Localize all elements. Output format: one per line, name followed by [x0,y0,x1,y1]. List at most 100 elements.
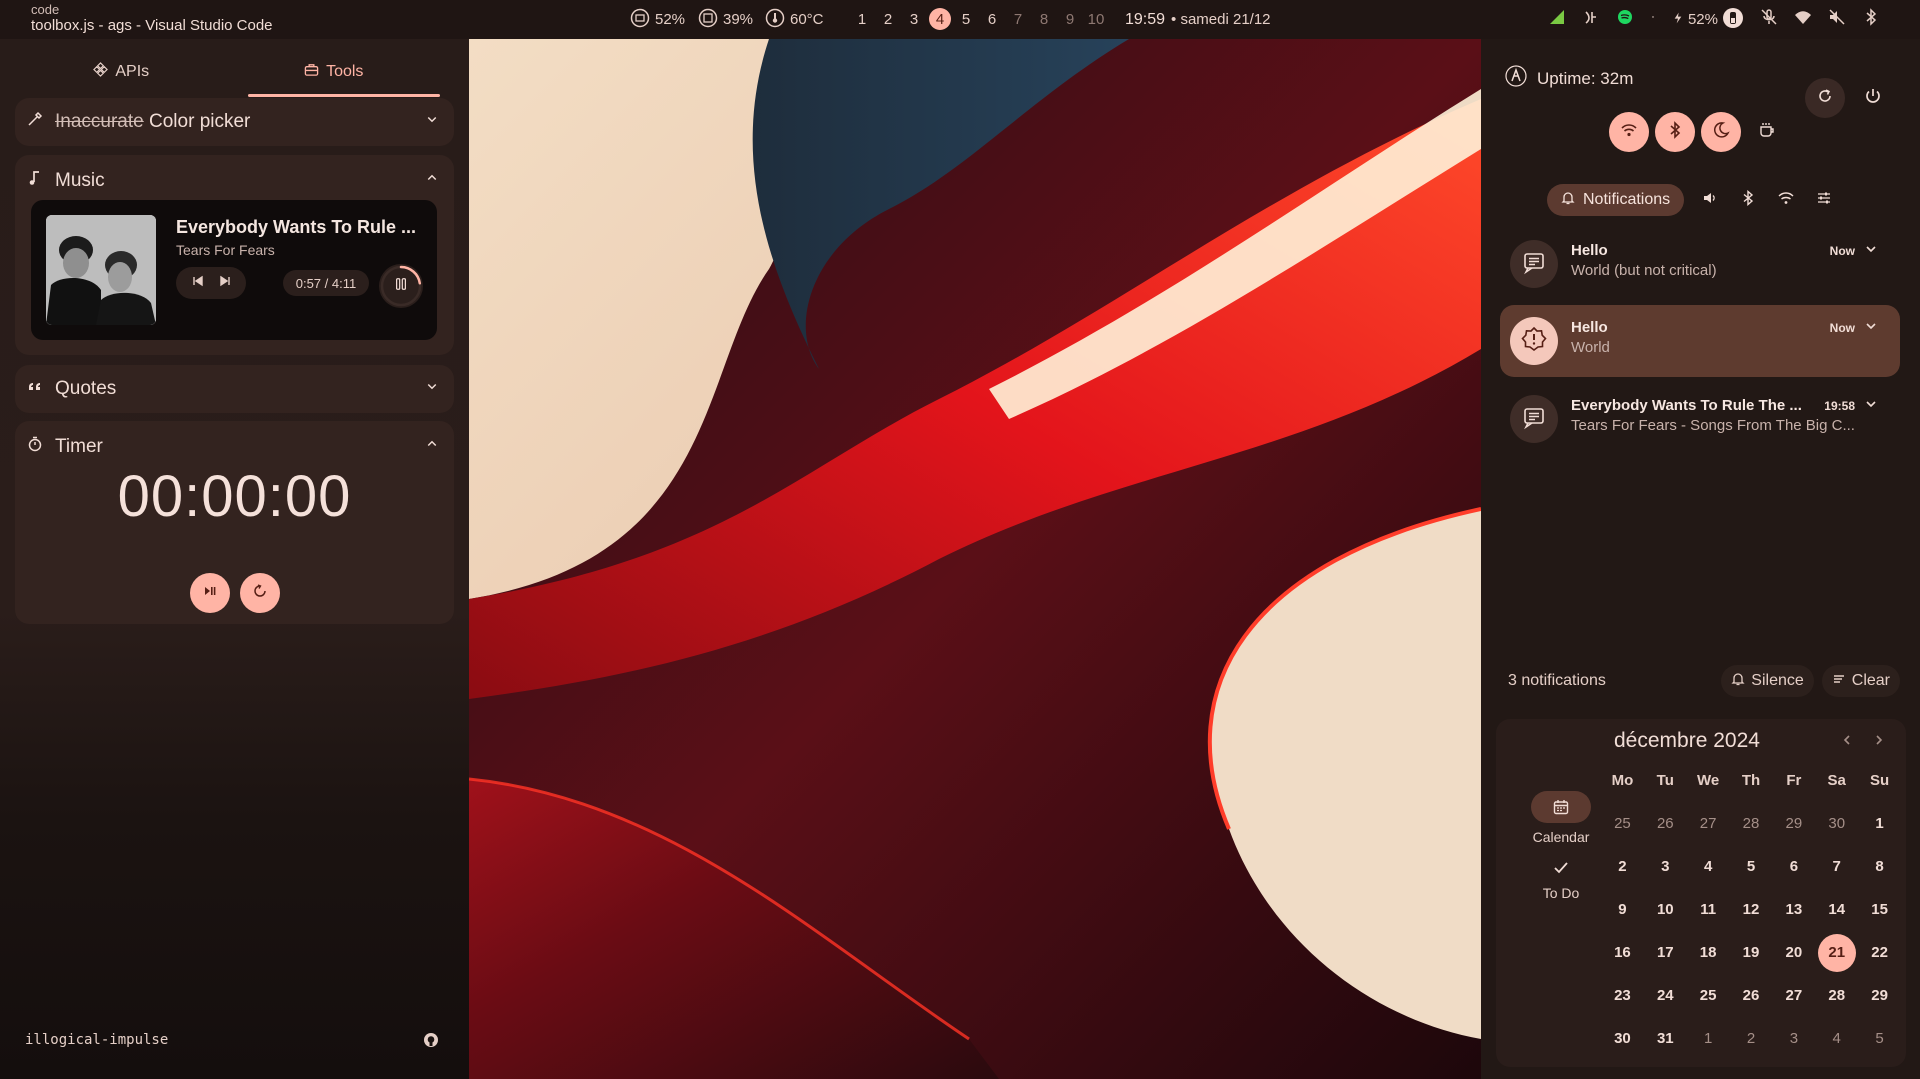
color-picker-header[interactable]: Inaccurate Color picker [15,98,454,146]
calendar-day[interactable]: 27 [1687,805,1730,843]
calendar-day[interactable]: 12 [1730,891,1773,929]
calendar-day[interactable]: 5 [1858,1020,1901,1058]
calendar-day[interactable]: 27 [1772,977,1815,1015]
calendar-day[interactable]: 26 [1644,805,1687,843]
calendar-day[interactable]: 31 [1644,1020,1687,1058]
workspace-5[interactable]: 5 [953,8,979,30]
reload-button[interactable] [1805,78,1845,118]
silence-button[interactable]: Silence [1721,665,1814,697]
calendar-day[interactable]: 24 [1644,977,1687,1015]
calendar-day[interactable]: 29 [1858,977,1901,1015]
calendar-day[interactable]: 3 [1772,1020,1815,1058]
night-light-toggle[interactable] [1701,112,1741,152]
workspace-7[interactable]: 7 [1005,8,1031,30]
bluetooth-toggle[interactable] [1655,112,1695,152]
nav-todo[interactable]: To Do [1531,855,1591,901]
calendar-day[interactable]: 10 [1644,891,1687,929]
timer-play-pause-button[interactable] [189,573,230,613]
calendar-day[interactable]: 3 [1644,848,1687,886]
tab-settings[interactable] [1812,188,1836,212]
calendar-day[interactable]: 1 [1858,805,1901,843]
next-track-button[interactable] [218,274,232,293]
wifi-toggle[interactable] [1609,112,1649,152]
mic-muted-icon[interactable] [1760,8,1778,31]
calendar-day[interactable]: 2 [1730,1020,1773,1058]
notification-item[interactable]: Everybody Wants To Rule The ... Tears Fo… [1500,383,1900,455]
quotes-header[interactable]: Quotes [15,365,454,413]
prev-month-chevron-icon[interactable] [1840,733,1854,752]
calendar-day[interactable]: 22 [1858,934,1901,972]
expand-chevron-icon[interactable] [1864,319,1878,333]
calendar-day[interactable]: 26 [1730,977,1773,1015]
power-button[interactable] [1853,78,1893,118]
tab-audio[interactable] [1698,188,1722,212]
calendar-day[interactable]: 23 [1601,977,1644,1015]
calendar-day[interactable]: 8 [1858,848,1901,886]
calendar-day[interactable]: 13 [1772,891,1815,929]
tab-notifications[interactable]: Notifications [1547,184,1685,216]
calendar-day[interactable]: 28 [1730,805,1773,843]
workspace-2[interactable]: 2 [875,8,901,30]
calendar-day[interactable]: 19 [1730,934,1773,972]
calendar-day[interactable]: 6 [1772,848,1815,886]
workspace-1[interactable]: 1 [849,8,875,30]
active-window-info: code toolbox.js - ags - Visual Studio Co… [31,3,273,33]
tab-apis-label: APIs [115,63,150,80]
calendar-day[interactable]: 25 [1687,977,1730,1015]
calendar-day[interactable]: 4 [1815,1020,1858,1058]
calendar-day[interactable]: 28 [1815,977,1858,1015]
tab-tools[interactable]: Tools [228,51,441,97]
workspace-10[interactable]: 10 [1083,8,1109,30]
notification-item-urgent[interactable]: Hello World Now [1500,305,1900,377]
sidebar-tabs: APIs Tools [15,51,441,97]
calendar-day[interactable]: 9 [1601,891,1644,929]
calendar-day[interactable]: 2 [1601,848,1644,886]
tab-wifi[interactable] [1774,188,1798,212]
workspace-4-active[interactable]: 4 [929,8,951,30]
bluetooth-icon[interactable] [1862,8,1880,31]
workspace-3[interactable]: 3 [901,8,927,30]
notification-item[interactable]: Hello World (but not critical) Now [1500,228,1900,300]
calendar-day[interactable]: 17 [1644,934,1687,972]
calendar-day[interactable]: 1 [1687,1020,1730,1058]
calendar-day[interactable]: 18 [1687,934,1730,972]
caffeine-toggle[interactable] [1747,112,1787,152]
inaccurate-label: Inaccurate [55,111,144,132]
input-method-icon[interactable] [1582,8,1600,31]
calendar-day[interactable]: 29 [1772,805,1815,843]
workspace-9[interactable]: 9 [1057,8,1083,30]
calendar-day[interactable]: 11 [1687,891,1730,929]
calendar-day[interactable]: 15 [1858,891,1901,929]
calendar-day[interactable]: 4 [1687,848,1730,886]
wifi-icon[interactable] [1794,8,1812,31]
calendar-day[interactable]: 16 [1601,934,1644,972]
volume-muted-icon[interactable] [1828,8,1846,31]
clear-button[interactable]: Clear [1821,665,1900,697]
notification-avatar [1510,317,1558,365]
next-month-chevron-icon[interactable] [1872,733,1886,752]
timer-reset-button[interactable] [239,573,280,613]
play-pause-button[interactable] [379,264,423,308]
calendar-day[interactable]: 7 [1815,848,1858,886]
expand-chevron-icon[interactable] [1864,397,1878,411]
workspace-8[interactable]: 8 [1031,8,1057,30]
previous-track-button[interactable] [191,274,205,293]
nav-calendar[interactable]: Calendar [1531,791,1591,845]
github-icon[interactable] [423,1032,439,1048]
battery-indicator[interactable]: 52% [1672,7,1744,33]
notification-time: 19:58 [1824,399,1855,413]
calendar-day[interactable]: 14 [1815,891,1858,929]
tab-apis[interactable]: APIs [15,51,228,93]
calendar-day[interactable]: 25 [1601,805,1644,843]
expand-chevron-icon[interactable] [1864,242,1878,256]
calendar-day-today[interactable]: 21 [1817,933,1856,972]
workspace-6[interactable]: 6 [979,8,1005,30]
calendar-day[interactable]: 5 [1730,848,1773,886]
network-signal-icon[interactable] [1548,8,1566,31]
calendar-day[interactable]: 30 [1815,805,1858,843]
tab-bluetooth[interactable] [1736,188,1760,212]
calendar-day[interactable]: 30 [1601,1020,1644,1058]
spotify-icon[interactable] [1616,8,1634,31]
clock[interactable]: 19:59 • samedi 21/12 [1125,0,1271,39]
calendar-day[interactable]: 20 [1772,934,1815,972]
